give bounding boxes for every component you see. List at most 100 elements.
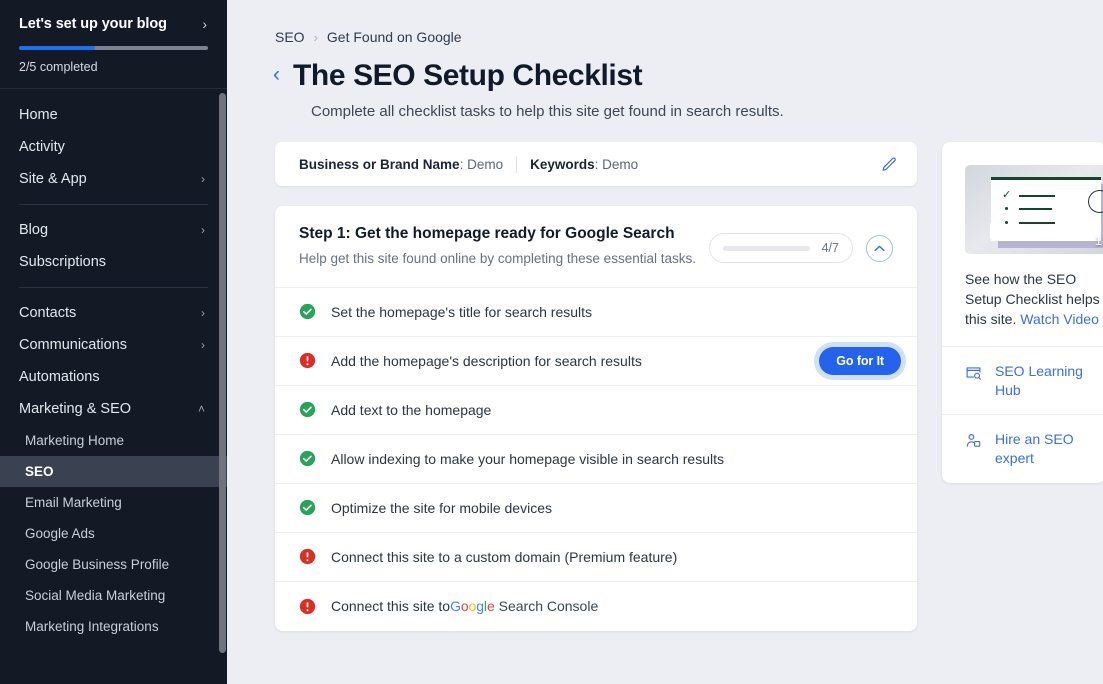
- check-circle-icon: [299, 303, 316, 320]
- sidebar-item-activity[interactable]: Activity: [0, 131, 227, 163]
- sidebar-item-site-app[interactable]: Site & App ›: [0, 163, 227, 195]
- chevron-right-icon[interactable]: ›: [201, 172, 208, 186]
- task-row[interactable]: Add the homepage's description for searc…: [275, 337, 917, 386]
- person-badge-icon: [965, 432, 982, 454]
- help-description: See how the SEO Setup Checklist helps th…: [942, 254, 1103, 346]
- chevron-right-icon[interactable]: ›: [201, 306, 208, 320]
- step-description: Help get this site found online by compl…: [299, 251, 696, 266]
- step-progress-text: 4/7: [821, 241, 839, 255]
- sidebar-subitem-google-business-profile[interactable]: Google Business Profile: [0, 549, 227, 580]
- sidebar-item-label: Marketing & SEO: [19, 401, 132, 417]
- nav-separator: [19, 287, 208, 288]
- page-title: The SEO Setup Checklist: [293, 59, 643, 92]
- sidebar-item-marketing-seo[interactable]: Marketing & SEO ˄: [0, 393, 227, 425]
- go-for-it-focus-ring: Go for It: [814, 341, 906, 380]
- go-for-it-button[interactable]: Go for It: [819, 346, 901, 375]
- setup-progress-bar: [19, 46, 208, 50]
- task-row[interactable]: Allow indexing to make your homepage vis…: [275, 435, 917, 484]
- alert-circle-icon: [299, 352, 316, 369]
- main-content: SEO › Get Found on Google ‹ The SEO Setu…: [227, 0, 1103, 684]
- sidebar-item-label: Blog: [19, 222, 49, 238]
- alert-circle-icon: [299, 598, 316, 615]
- sidebar-subitem-google-ads[interactable]: Google Ads: [0, 518, 227, 549]
- task-row[interactable]: Set the homepage's title for search resu…: [275, 288, 917, 337]
- breadcrumb-current[interactable]: Get Found on Google: [327, 29, 462, 45]
- sidebar-subitem-marketing-integrations[interactable]: Marketing Integrations: [0, 611, 227, 642]
- sidebar-item-label: Automations: [19, 369, 100, 385]
- task-row[interactable]: Add text to the homepage: [275, 386, 917, 435]
- setup-count-label: 2/5 completed: [19, 60, 98, 74]
- breadcrumb-root[interactable]: SEO: [275, 29, 305, 45]
- setup-progress-panel[interactable]: Let's set up your blog › 2/5 completed: [0, 0, 227, 89]
- business-name-value: : Demo: [459, 156, 504, 172]
- video-thumbnail[interactable]: ✓ 1:12: [965, 165, 1103, 254]
- step-header: Step 1: Get the homepage ready for Googl…: [275, 206, 917, 288]
- sidebar-subitem-social-media-marketing[interactable]: Social Media Marketing: [0, 580, 227, 611]
- play-icon[interactable]: [990, 223, 1003, 239]
- sidebar: Let's set up your blog › 2/5 completed H…: [0, 0, 227, 684]
- task-label-text: Connect this site to: [331, 598, 451, 615]
- alert-circle-icon: [299, 548, 316, 565]
- business-name-label: Business or Brand Name: [299, 156, 460, 172]
- task-row[interactable]: Connect this site to Google Search Consol…: [275, 582, 917, 631]
- right-column: ✓ 1:12 See how the SEO Setup Checklist h…: [942, 142, 1103, 631]
- thumb-line: [1019, 222, 1055, 224]
- sidebar-subitem-seo[interactable]: SEO: [0, 456, 227, 487]
- thumb-line: [1019, 208, 1052, 210]
- page-subtitle: Complete all checklist tasks to help thi…: [311, 103, 784, 120]
- chevron-left-icon[interactable]: ‹: [273, 64, 280, 85]
- sidebar-item-home[interactable]: Home: [0, 99, 227, 131]
- left-column: Business or Brand Name : Demo Keywords :…: [275, 142, 917, 631]
- step-progress-bar: [722, 245, 810, 251]
- sidebar-item-label: Activity: [19, 139, 65, 155]
- task-label: Set the homepage's title for search resu…: [331, 303, 593, 320]
- seo-learning-hub-link[interactable]: SEO Learning Hub: [942, 345, 1103, 415]
- google-logo: Google: [450, 598, 495, 615]
- sidebar-nav: Home Activity Site & App › Blog › Subscription…: [0, 89, 227, 642]
- sidebar-item-communications[interactable]: Communications ›: [0, 329, 227, 361]
- thumb-bullet: [1005, 207, 1008, 210]
- brand-info-text: Business or Brand Name : Demo Keywords :…: [299, 155, 639, 173]
- check-circle-icon: [299, 450, 316, 467]
- task-list: Set the homepage's title for search resu…: [275, 288, 917, 631]
- chevron-up-icon[interactable]: ˄: [198, 402, 208, 416]
- chevron-up-icon[interactable]: [866, 234, 893, 262]
- task-row[interactable]: Optimize the site for mobile devices: [275, 484, 917, 533]
- seo-learning-hub-label: SEO Learning Hub: [995, 362, 1083, 398]
- sidebar-item-label: Site & App: [19, 171, 87, 187]
- pencil-icon[interactable]: [878, 153, 901, 176]
- setup-header-row[interactable]: Let's set up your blog ›: [19, 16, 209, 32]
- chevron-right-icon[interactable]: ›: [201, 338, 208, 352]
- task-label: Allow indexing to make your homepage vis…: [331, 450, 724, 467]
- step-card: Step 1: Get the homepage ready for Googl…: [275, 206, 917, 631]
- sidebar-item-label: Home: [19, 107, 58, 123]
- sidebar-subitem-marketing-home[interactable]: Marketing Home: [0, 425, 227, 456]
- content-columns: Business or Brand Name : Demo Keywords :…: [227, 120, 1103, 631]
- thumb-bullet: [1005, 221, 1008, 224]
- sidebar-item-label: Subscriptions: [19, 254, 107, 270]
- sidebar-item-blog[interactable]: Blog ›: [0, 214, 227, 246]
- alert-circle-icon: [299, 352, 316, 369]
- video-duration: 1:12: [1094, 233, 1103, 248]
- setup-progress-fill: [19, 46, 95, 50]
- sidebar-item-contacts[interactable]: Contacts ›: [0, 297, 227, 329]
- check-circle-icon: [299, 499, 316, 516]
- keywords-value: : Demo: [594, 156, 639, 172]
- setup-title: Let's set up your blog: [19, 16, 167, 32]
- page-title-row: ‹ The SEO Setup Checklist: [227, 45, 1103, 93]
- check-circle-icon: [299, 303, 316, 320]
- sidebar-item-automations[interactable]: Automations: [0, 361, 227, 393]
- task-label: Connect this site to Google Search Consol…: [331, 598, 598, 614]
- chevron-right-icon[interactable]: ›: [201, 223, 208, 237]
- divider: [516, 155, 518, 173]
- sidebar-subitem-email-marketing[interactable]: Email Marketing: [0, 487, 227, 518]
- task-row[interactable]: Connect this site to a custom domain (Pr…: [275, 533, 917, 582]
- watch-video-link[interactable]: Watch Video: [1020, 311, 1099, 327]
- hire-seo-expert-link[interactable]: Hire an SEO expert: [942, 414, 1103, 483]
- step-header-text: Step 1: Get the homepage ready for Googl…: [299, 225, 696, 269]
- sidebar-item-subscriptions[interactable]: Subscriptions: [0, 246, 227, 278]
- alert-circle-icon: [299, 548, 316, 565]
- sidebar-scrollbar[interactable]: [219, 93, 226, 653]
- step-header-controls: 4/7: [708, 225, 893, 263]
- chevron-right-icon[interactable]: ›: [202, 17, 209, 31]
